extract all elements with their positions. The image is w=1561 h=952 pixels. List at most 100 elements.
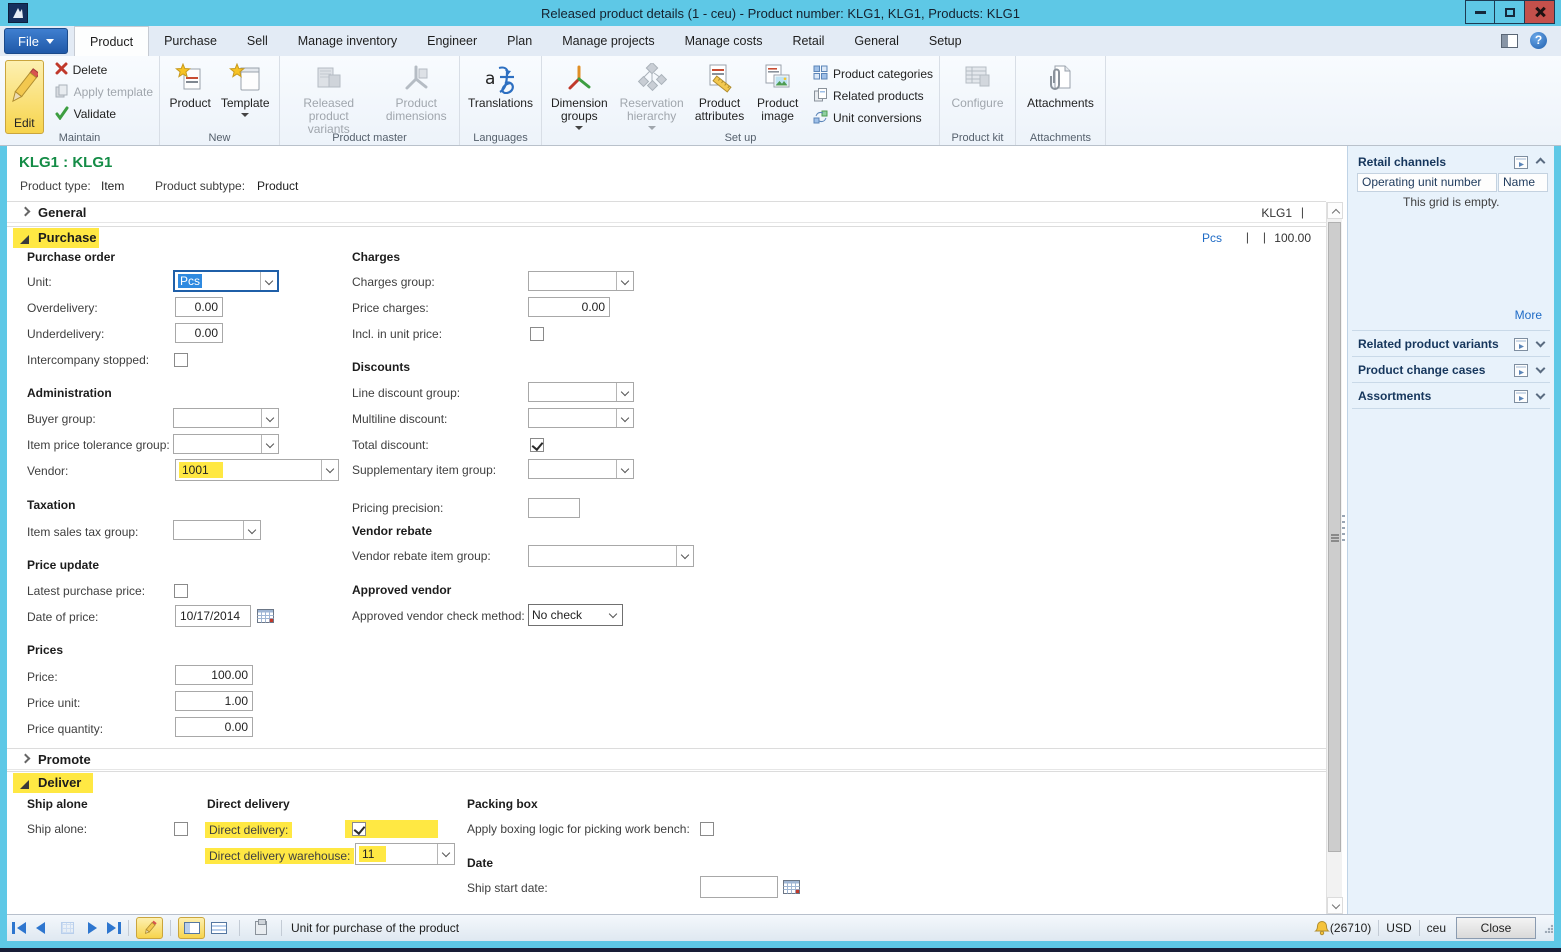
resize-grip[interactable] (1544, 924, 1553, 933)
vendor-rebate-item-group-combobox[interactable] (528, 545, 694, 567)
incl-in-unit-price-checkbox[interactable] (530, 327, 544, 341)
ship-start-date-input[interactable] (700, 876, 778, 898)
dropdown-button[interactable] (616, 409, 633, 427)
calendar-icon[interactable] (783, 879, 801, 895)
expand-chevron-icon[interactable] (1536, 364, 1546, 374)
related-products-button[interactable]: Related products (809, 85, 937, 107)
tab-retail[interactable]: Retail (777, 26, 839, 56)
dropdown-button[interactable] (605, 605, 622, 625)
section-header-purchase[interactable]: Purchase Pcs | | 100.00 (7, 226, 1326, 248)
alerts-count[interactable]: (26710) (1330, 921, 1371, 935)
open-in-window-icon[interactable] (1514, 338, 1528, 351)
supplementary-item-group-combobox[interactable] (528, 459, 634, 479)
tab-manage-projects[interactable]: Manage projects (547, 26, 669, 56)
form-view-button[interactable] (178, 917, 205, 939)
dropdown-button[interactable] (437, 844, 454, 864)
grid-column-operating-unit[interactable]: Operating unit number (1357, 173, 1497, 192)
product-attributes-button[interactable]: Product attributes (690, 59, 750, 125)
item-price-tolerance-combobox[interactable] (173, 434, 279, 454)
product-image-button[interactable]: Product image (751, 59, 804, 125)
underdelivery-input[interactable]: 0.00 (175, 323, 223, 343)
scroll-up-button[interactable] (1327, 202, 1343, 219)
reservation-hierarchy-button[interactable]: Reservation hierarchy (616, 59, 688, 132)
released-product-variants-button[interactable]: Released product variants (283, 59, 374, 138)
section-header-deliver[interactable]: Deliver (7, 771, 1326, 793)
line-discount-group-combobox[interactable] (528, 382, 634, 402)
tab-plan[interactable]: Plan (492, 26, 547, 56)
direct-delivery-checkbox[interactable] (352, 822, 366, 836)
date-of-price-input[interactable]: 10/17/2014 (175, 605, 251, 627)
validate-button[interactable]: Validate (51, 103, 157, 125)
tab-product[interactable]: Product (74, 26, 149, 56)
expand-chevron-icon[interactable] (1536, 338, 1546, 348)
last-record-button[interactable] (107, 922, 121, 934)
currency-indicator[interactable]: USD (1386, 921, 1411, 935)
factbox-related-product-variants-header[interactable]: Related product variants (1358, 337, 1499, 351)
maximize-button[interactable] (1495, 0, 1525, 24)
unit-combobox[interactable]: Pcs (173, 270, 279, 292)
next-record-button[interactable] (88, 922, 97, 934)
product-categories-button[interactable]: Product categories (809, 63, 937, 85)
latest-purchase-price-checkbox[interactable] (174, 584, 188, 598)
company-indicator[interactable]: ceu (1427, 921, 1446, 935)
factbox-assortments-header[interactable]: Assortments (1358, 389, 1431, 403)
dropdown-button[interactable] (616, 272, 633, 290)
overdelivery-input[interactable]: 0.00 (175, 297, 223, 317)
close-window-button[interactable] (1525, 0, 1555, 24)
product-dimensions-button[interactable]: Product dimensions (376, 59, 456, 125)
unit-conversions-button[interactable]: Unit conversions (809, 107, 937, 129)
item-sales-tax-combobox[interactable] (173, 520, 261, 540)
delete-button[interactable]: Delete (51, 59, 157, 81)
new-product-button[interactable]: Product (165, 59, 214, 112)
first-record-button[interactable] (12, 922, 26, 934)
charges-group-combobox[interactable] (528, 271, 634, 291)
dropdown-button[interactable] (616, 460, 633, 478)
total-discount-checkbox[interactable] (530, 438, 544, 452)
edit-button[interactable]: Edit (5, 60, 44, 134)
new-template-button[interactable]: Template (217, 59, 274, 119)
expand-chevron-icon[interactable] (1536, 390, 1546, 400)
minimize-button[interactable] (1465, 0, 1495, 24)
intercompany-stopped-checkbox[interactable] (174, 353, 188, 367)
dropdown-button[interactable] (321, 460, 338, 480)
section-header-promote[interactable]: Promote (7, 748, 1326, 770)
dropdown-button[interactable] (261, 409, 278, 427)
direct-delivery-warehouse-combobox[interactable]: 11 (355, 843, 455, 865)
previous-record-button[interactable] (36, 922, 45, 934)
tab-purchase[interactable]: Purchase (149, 26, 232, 56)
dropdown-button[interactable] (616, 383, 633, 401)
more-link[interactable]: More (1515, 308, 1542, 322)
dropdown-button[interactable] (243, 521, 260, 539)
attachments-button[interactable]: Attachments (1023, 59, 1098, 112)
dropdown-button[interactable] (676, 546, 693, 566)
alerts-bell-icon[interactable] (1314, 920, 1330, 936)
tab-sell[interactable]: Sell (232, 26, 283, 56)
calendar-icon[interactable] (257, 608, 275, 624)
dimension-groups-button[interactable]: Dimension groups (545, 59, 614, 132)
factbox-retail-channels-header[interactable]: Retail channels (1358, 155, 1446, 169)
open-in-window-icon[interactable] (1514, 364, 1528, 377)
tab-engineer[interactable]: Engineer (412, 26, 492, 56)
tab-general[interactable]: General (839, 26, 913, 56)
dropdown-button[interactable] (261, 435, 278, 453)
open-in-window-icon[interactable] (1514, 390, 1528, 403)
price-charges-input[interactable]: 0.00 (528, 297, 610, 317)
buyer-group-combobox[interactable] (173, 408, 279, 428)
help-icon[interactable]: ? (1530, 32, 1547, 49)
multiline-discount-combobox[interactable] (528, 408, 634, 428)
price-quantity-input[interactable]: 0.00 (175, 717, 253, 737)
price-unit-input[interactable]: 1.00 (175, 691, 253, 711)
tab-setup[interactable]: Setup (914, 26, 977, 56)
grid-column-name[interactable]: Name (1498, 173, 1548, 192)
tab-manage-inventory[interactable]: Manage inventory (283, 26, 412, 56)
pricing-precision-input[interactable] (528, 498, 580, 518)
open-in-window-icon[interactable] (1514, 156, 1528, 169)
vendor-combobox[interactable]: 1001 (175, 459, 339, 481)
clipboard-button[interactable] (247, 917, 274, 939)
tab-manage-costs[interactable]: Manage costs (670, 26, 778, 56)
pane-splitter-handle[interactable] (1342, 515, 1345, 541)
ship-alone-checkbox[interactable] (174, 822, 188, 836)
approved-vendor-check-method-select[interactable]: No check (528, 604, 623, 626)
edit-mode-toggle-button[interactable] (136, 917, 163, 939)
price-input[interactable]: 100.00 (175, 665, 253, 685)
